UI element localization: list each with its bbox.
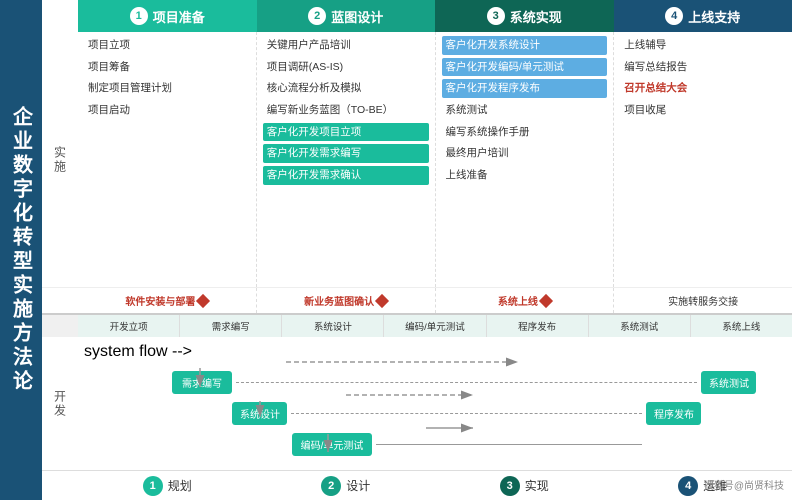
task-item-highlight: 客户化开发需求确认 [263, 166, 429, 185]
milestone-4: 实施转服务交接 [614, 288, 792, 313]
dev-phase-cell-4: 程序发布 [487, 315, 589, 337]
footer-num-1: 1 [143, 476, 163, 496]
phase3-tasks: 客户化开发系统设计 客户化开发编码/单元测试 客户化开发程序发布 系统测试 编写… [436, 32, 615, 287]
dev-phase-cell-3: 编码/单元测试 [384, 315, 486, 337]
task-item-highlight: 客户化开发项目立项 [263, 123, 429, 142]
phase1-tasks: 项目立项 项目筹备 制定项目管理计划 项目启动 [78, 32, 257, 287]
phase-header-1: 1 项目准备 [78, 0, 257, 32]
footer-num-3: 3 [500, 476, 520, 496]
phase-num-2: 2 [308, 7, 326, 25]
phase-num-4: 4 [665, 7, 683, 25]
milestone-2: 新业务蓝图确认 [257, 288, 436, 313]
dev-phase-cell-2: 系统设计 [282, 315, 384, 337]
phase-num-3: 3 [487, 7, 505, 25]
content-rows: 实施 项目立项 项目筹备 制定项目管理计划 项目启动 关键用户产品培训 项目调研… [42, 32, 792, 287]
dev-header-row: 开发立项 需求编写 系统设计 编码/单元测试 程序发布 系统测试 系统上线 [42, 315, 792, 337]
phase-headers: 1 项目准备 2 蓝图设计 3 系统实现 4 上线支持 [42, 0, 792, 32]
dev-row-label: 开发 [42, 337, 78, 470]
impl-row-label: 实施 [42, 32, 78, 287]
milestone-text-1: 软件安装与部署 [125, 293, 195, 308]
task-item: 编写总结报告 [620, 58, 786, 77]
phase-label-spacer [42, 0, 78, 32]
task-item: 项目立项 [84, 36, 250, 55]
milestone-wrapper-3: 系统上线 [498, 293, 551, 308]
flow-box-sysdesign: 系统设计 [232, 402, 287, 425]
footer-num-2: 2 [321, 476, 341, 496]
phase4-tasks: 上线辅导 编写总结报告 召开总结大会 项目收尾 [614, 32, 792, 287]
footer-phase-2: 2 设计 [257, 476, 436, 496]
solid-line-1 [372, 444, 646, 445]
footer-num-4: 4 [678, 476, 698, 496]
task-item: 项目调研(AS-IS) [263, 58, 429, 77]
footer-phase-3: 3 实现 [435, 476, 614, 496]
task-item-highlight: 客户化开发系统设计 [442, 36, 608, 55]
task-item: 上线辅导 [620, 36, 786, 55]
task-item: 项目启动 [84, 101, 250, 120]
flow-row-2: 系统设计 程序发布 [84, 402, 786, 425]
task-item: 项目收尾 [620, 101, 786, 120]
footer-phases: 1 规划 2 设计 3 实现 4 运维 [78, 476, 792, 496]
task-item-highlight: 客户化开发程序发布 [442, 79, 608, 98]
phase-header-4: 4 上线支持 [614, 0, 792, 32]
flow-box-needs: 需求编写 [172, 371, 232, 394]
flow-row-1: 需求编写 系统测试 [84, 371, 786, 394]
phase-header-2: 2 蓝图设计 [257, 0, 436, 32]
milestone-text-2: 新业务蓝图确认 [304, 293, 374, 308]
task-item: 关键用户产品培训 [263, 36, 429, 55]
diamond-icon-1 [196, 293, 210, 307]
dev-diagram: system flow --> 需求编写 系统测试 [78, 337, 792, 470]
dev-label-header [42, 315, 78, 337]
top-section: 1 项目准备 2 蓝图设计 3 系统实现 4 上线支持 [42, 0, 792, 315]
dev-phase-cell-6: 系统上线 [691, 315, 792, 337]
diamond-icon-2 [375, 293, 389, 307]
milestone-wrapper-1: 软件安装与部署 [125, 293, 208, 308]
watermark: 搜狐号@尚贤科技 [704, 477, 784, 492]
phase2-tasks: 关键用户产品培训 项目调研(AS-IS) 核心流程分析及模拟 编写新业务蓝图（T… [257, 32, 436, 287]
flow-box-release: 程序发布 [646, 402, 701, 425]
dev-phase-cells: 开发立项 需求编写 系统设计 编码/单元测试 程序发布 系统测试 系统上线 [78, 315, 792, 337]
flow-box-coding: 编码/单元测试 [292, 433, 372, 456]
left-title: 企业数字化转型实施方法论 [0, 0, 42, 500]
milestone-text-3: 系统上线 [498, 293, 538, 308]
bottom-footer: 1 规划 2 设计 3 实现 4 运维 [42, 470, 792, 500]
milestone-row: 软件安装与部署 新业务蓝图确认 系统上线 [42, 287, 792, 313]
bottom-section: 开发立项 需求编写 系统设计 编码/单元测试 程序发布 系统测试 系统上线 开发… [42, 315, 792, 500]
task-item: 上线准备 [442, 166, 608, 185]
footer-phase-1: 1 规划 [78, 476, 257, 496]
task-item: 制定项目管理计划 [84, 79, 250, 98]
dev-phase-cell-0: 开发立项 [78, 315, 180, 337]
task-item: 编写系统操作手册 [442, 123, 608, 142]
milestone-label-spacer [42, 288, 78, 313]
dev-content: 开发 system flow --> 需求编写 系统测试 [42, 337, 792, 470]
flow-box-syscheck: 系统测试 [701, 371, 756, 394]
dashed-line-2 [287, 413, 646, 414]
task-item: 系统测试 [442, 101, 608, 120]
milestone-1: 软件安装与部署 [78, 288, 257, 313]
phases-content: 项目立项 项目筹备 制定项目管理计划 项目启动 关键用户产品培训 项目调研(AS… [78, 32, 792, 287]
task-item: 最终用户培训 [442, 144, 608, 163]
task-item: 核心流程分析及模拟 [263, 79, 429, 98]
milestone-wrapper-2: 新业务蓝图确认 [304, 293, 387, 308]
flow-row-3: 编码/单元测试 [84, 433, 786, 456]
diamond-icon-3 [539, 293, 553, 307]
dev-phase-cell-1: 需求编写 [180, 315, 282, 337]
task-item-highlight: 客户化开发编码/单元测试 [442, 58, 608, 77]
milestone-3: 系统上线 [436, 288, 615, 313]
task-item: 召开总结大会 [620, 79, 786, 98]
dev-phase-cell-5: 系统测试 [589, 315, 691, 337]
phase-header-3: 3 系统实现 [435, 0, 614, 32]
task-item: 编写新业务蓝图（TO-BE） [263, 101, 429, 120]
phase-num-1: 1 [130, 7, 148, 25]
dashed-line-1 [232, 382, 701, 383]
main-container: 企业数字化转型实施方法论 1 项目准备 2 蓝图设计 3 系统实现 [0, 0, 792, 500]
task-item-highlight: 客户化开发需求编写 [263, 144, 429, 163]
task-item: 项目筹备 [84, 58, 250, 77]
content-area: 1 项目准备 2 蓝图设计 3 系统实现 4 上线支持 [42, 0, 792, 500]
